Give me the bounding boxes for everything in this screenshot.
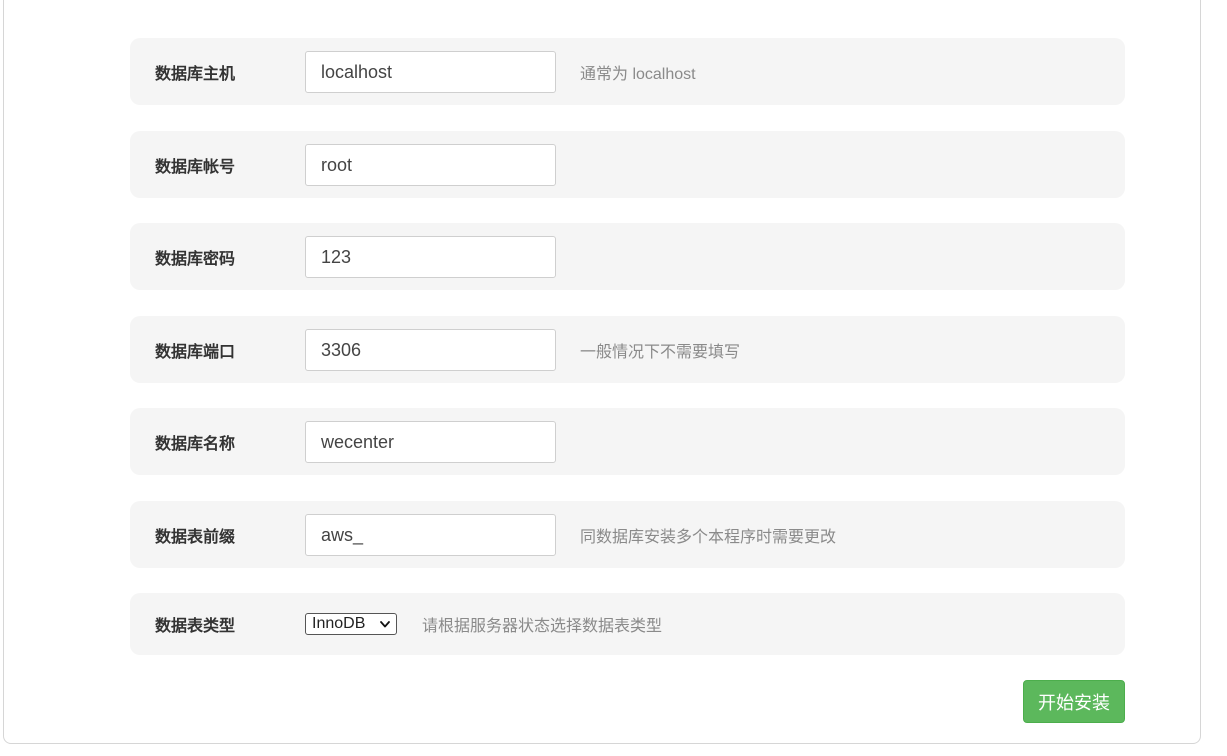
db-name-input[interactable] [305,421,556,463]
db-name-label: 数据库名称 [155,433,236,453]
db-username-label: 数据库帐号 [155,156,236,176]
db-username-input[interactable] [305,144,556,186]
table-prefix-input[interactable] [305,514,556,556]
table-prefix-label: 数据表前缀 [155,526,236,546]
db-port-label: 数据库端口 [155,341,236,361]
db-host-hint: 通常为 localhost [580,65,696,83]
table-prefix-hint: 同数据库安装多个本程序时需要更改 [580,528,837,546]
table-type-hint: 请根据服务器状态选择数据表类型 [422,618,663,635]
chevron-down-icon [380,621,390,628]
table-type-selected-value: InnoDB [312,615,366,632]
form-row-db-host: 数据库主机 通常为 localhost [130,38,1125,105]
start-install-button[interactable]: 开始安装 [1023,680,1125,723]
form-row-db-password: 数据库密码 [130,223,1125,290]
form-row-table-type: 数据表类型 InnoDB 请根据服务器状态选择数据表类型 [130,593,1125,655]
db-password-input[interactable] [305,236,556,278]
db-port-input[interactable] [305,329,556,371]
table-type-select[interactable]: InnoDB [305,613,397,635]
form-row-db-name: 数据库名称 [130,408,1125,475]
db-host-label: 数据库主机 [155,63,236,83]
db-host-input[interactable] [305,51,556,93]
form-row-db-username: 数据库帐号 [130,131,1125,198]
form-row-table-prefix: 数据表前缀 同数据库安装多个本程序时需要更改 [130,501,1125,568]
db-port-hint: 一般情况下不需要填写 [580,343,741,361]
form-row-db-port: 数据库端口 一般情况下不需要填写 [130,316,1125,383]
table-type-label: 数据表类型 [155,616,236,635]
db-password-label: 数据库密码 [155,248,236,268]
